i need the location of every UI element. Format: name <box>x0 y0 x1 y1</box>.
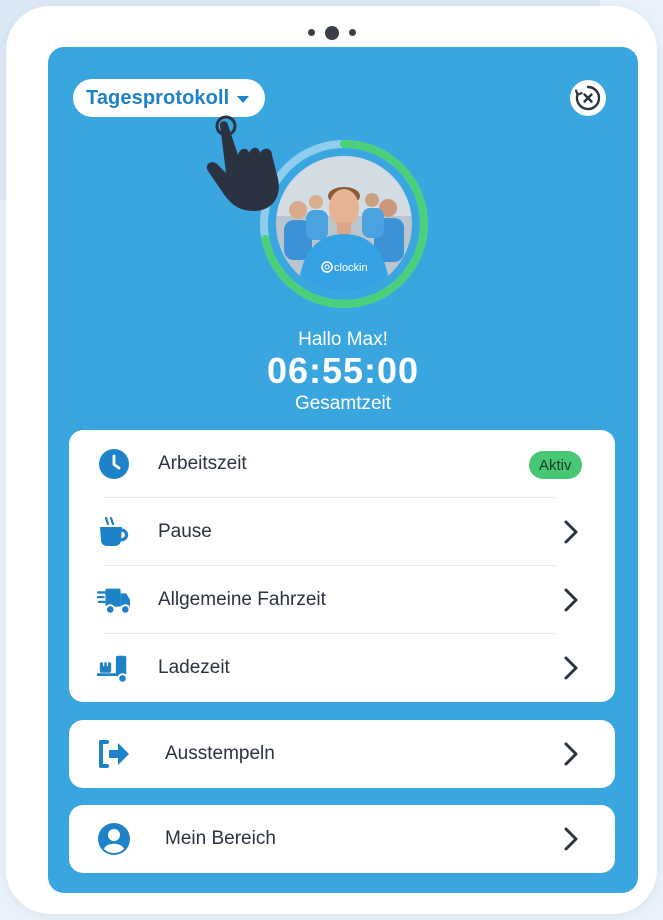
dropdown-label: Tagesprotokoll <box>86 86 230 109</box>
chevron-right-icon <box>564 588 578 612</box>
chevron-down-icon <box>237 95 250 103</box>
sign-out-icon <box>97 737 131 771</box>
menu-item-label: Pause <box>158 521 212 542</box>
camera-dot <box>348 29 356 37</box>
time-category-card: Arbeitszeit Aktiv Pause Allgemeine Fahrz… <box>69 430 615 702</box>
app-screen: Tagesprotokoll clockin Hallo Max! 06:55:… <box>48 47 638 893</box>
chevron-right-icon <box>564 742 578 766</box>
clock-out-card: Ausstempeln <box>69 720 615 788</box>
close-timer-icon <box>574 85 601 111</box>
camera-lens <box>324 25 339 40</box>
menu-item-label: Ladezeit <box>158 657 230 678</box>
menu-item-fahrzeit[interactable]: Allgemeine Fahrzeit <box>69 566 615 634</box>
tablet-frame: Tagesprotokoll clockin Hallo Max! 06:55:… <box>6 6 657 914</box>
hand-pointer-icon <box>206 115 279 211</box>
greeting: Hallo Max! <box>298 329 388 350</box>
clock-out-button[interactable]: Ausstempeln <box>69 720 615 788</box>
menu-item-arbeitszeit[interactable]: Arbeitszeit Aktiv <box>69 430 615 498</box>
loading-dolly-icon <box>97 651 131 685</box>
status-badge: Aktiv <box>529 451 582 479</box>
total-time: 06:55:00 <box>266 350 420 391</box>
menu-item-label: Arbeitszeit <box>158 453 247 474</box>
camera-dot <box>307 29 315 37</box>
chevron-right-icon <box>564 656 578 680</box>
camera-dots <box>6 24 657 40</box>
my-area-button[interactable]: Mein Bereich <box>69 805 615 873</box>
my-area-card: Mein Bereich <box>69 805 615 873</box>
menu-item-pause[interactable]: Pause <box>69 498 615 566</box>
chevron-right-icon <box>564 827 578 851</box>
coffee-cup-icon <box>97 515 131 549</box>
clock-out-label: Ausstempeln <box>165 743 275 764</box>
clock-icon <box>97 447 131 481</box>
chevron-right-icon <box>564 520 578 544</box>
total-time-label: Gesamtzeit <box>294 393 392 414</box>
menu-item-label: Allgemeine Fahrzeit <box>158 589 326 610</box>
my-area-label: Mein Bereich <box>165 828 276 849</box>
close-timer-button[interactable] <box>570 80 606 116</box>
view-dropdown[interactable]: Tagesprotokoll <box>73 79 266 117</box>
delivery-truck-icon <box>97 583 131 617</box>
user-circle-icon <box>97 822 131 856</box>
menu-item-ladezeit[interactable]: Ladezeit <box>69 634 615 702</box>
avatar: clockin <box>276 156 412 292</box>
avatar-brand-text: clockin <box>334 262 368 274</box>
